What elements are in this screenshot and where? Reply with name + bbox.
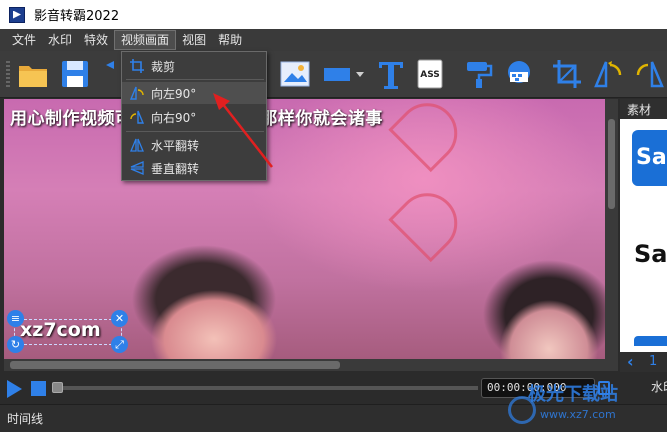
site-watermark-name: 极光下载站: [528, 384, 618, 405]
menu-watermark[interactable]: 水印: [42, 30, 78, 50]
watermark-rotate-handle-icon[interactable]: ↻: [7, 336, 24, 353]
undo-icon[interactable]: [100, 57, 120, 91]
timeline-label: 时间线: [7, 412, 44, 426]
rotate-left-icon: [129, 86, 144, 100]
mosaic-mask-icon[interactable]: [502, 57, 536, 91]
menu-item-label: 水平翻转: [151, 138, 200, 153]
menu-item-label: 裁剪: [151, 59, 176, 74]
toolbar-grip[interactable]: [6, 61, 10, 89]
menu-item-rotate-left[interactable]: 向左90°: [122, 82, 266, 104]
watermark-menu-handle-icon[interactable]: ≡: [7, 310, 24, 327]
heart-decoration: [388, 99, 470, 173]
menu-item-label: 向左90°: [151, 86, 197, 101]
menu-item-crop[interactable]: 裁剪: [122, 55, 266, 77]
heart-decoration: [388, 180, 470, 263]
video-vertical-scrollbar[interactable]: [605, 99, 618, 359]
flip-horizontal-icon: [130, 138, 144, 152]
rotate-right-icon: [130, 110, 145, 124]
menu-separator: [126, 131, 264, 132]
title-bar: 影音转霸2022: [0, 0, 667, 29]
material-item-3[interactable]: [634, 336, 667, 346]
material-item-2-text[interactable]: Sa: [634, 240, 667, 268]
scrollbar-thumb[interactable]: [608, 119, 615, 209]
menu-item-label: 向右90°: [151, 110, 197, 125]
stop-icon[interactable]: [31, 381, 46, 396]
app-icon: [9, 6, 25, 23]
crop-tool-icon[interactable]: [550, 57, 584, 91]
watermark-resize-handle-icon[interactable]: ⤢: [111, 336, 128, 353]
menu-item-rotate-right[interactable]: 向右90°: [122, 106, 266, 128]
subtitle-ass-icon[interactable]: ASS: [414, 57, 448, 91]
play-icon[interactable]: [7, 380, 22, 398]
toolbar: ASS: [0, 51, 667, 98]
open-folder-icon[interactable]: [16, 57, 50, 91]
watermark-text[interactable]: xz7com: [20, 319, 101, 341]
material-item-1-text: Sa: [636, 145, 667, 170]
text-icon[interactable]: [374, 57, 408, 91]
menu-file[interactable]: 文件: [6, 30, 42, 50]
rotate-right-tool-icon[interactable]: [632, 57, 666, 91]
menu-view[interactable]: 视图: [176, 30, 212, 50]
video-preview[interactable]: 用心制作视频可以投一个币啦!! 那样你就会诸事 xz7com ≡ ✕ ↻ ⤢: [4, 99, 605, 359]
menu-help[interactable]: 帮助: [212, 30, 248, 50]
shape-rectangle-icon[interactable]: [322, 57, 366, 91]
image-icon[interactable]: [278, 57, 312, 91]
menu-item-flip-horizontal[interactable]: 水平翻转: [122, 134, 266, 156]
menu-bar: 文件 水印 特效 视频画面 视图 帮助: [0, 29, 667, 51]
watermark-close-handle-icon[interactable]: ✕: [111, 310, 128, 327]
menu-separator: [126, 79, 264, 80]
paint-roller-icon[interactable]: [462, 57, 496, 91]
video-frame-dropdown-menu: 裁剪 向左90° 向右90° 水平翻转 垂直翻转: [121, 51, 267, 181]
menu-video-frame[interactable]: 视频画面: [114, 30, 177, 50]
svg-text:ASS: ASS: [420, 70, 440, 80]
rotate-left-tool-icon[interactable]: [592, 57, 626, 91]
menu-item-flip-vertical[interactable]: 垂直翻转: [122, 157, 266, 179]
material-page-number: 1: [649, 354, 658, 369]
seek-bar[interactable]: [54, 386, 478, 390]
material-panel-title: 素材: [627, 103, 652, 117]
chevron-left-icon[interactable]: ‹: [627, 352, 634, 371]
menu-item-label: 垂直翻转: [151, 161, 200, 176]
flip-vertical-icon: [130, 161, 144, 175]
watermark-panel-label[interactable]: 水印: [651, 378, 667, 395]
crop-icon: [130, 59, 144, 73]
scrollbar-thumb[interactable]: [10, 361, 340, 369]
window-title: 影音转霸2022: [34, 9, 120, 24]
seek-handle[interactable]: [52, 382, 63, 393]
site-watermark-url: www.xz7.com: [540, 408, 616, 421]
video-horizontal-scrollbar[interactable]: [4, 359, 618, 371]
save-icon[interactable]: [58, 57, 92, 91]
menu-effects[interactable]: 特效: [78, 30, 114, 50]
